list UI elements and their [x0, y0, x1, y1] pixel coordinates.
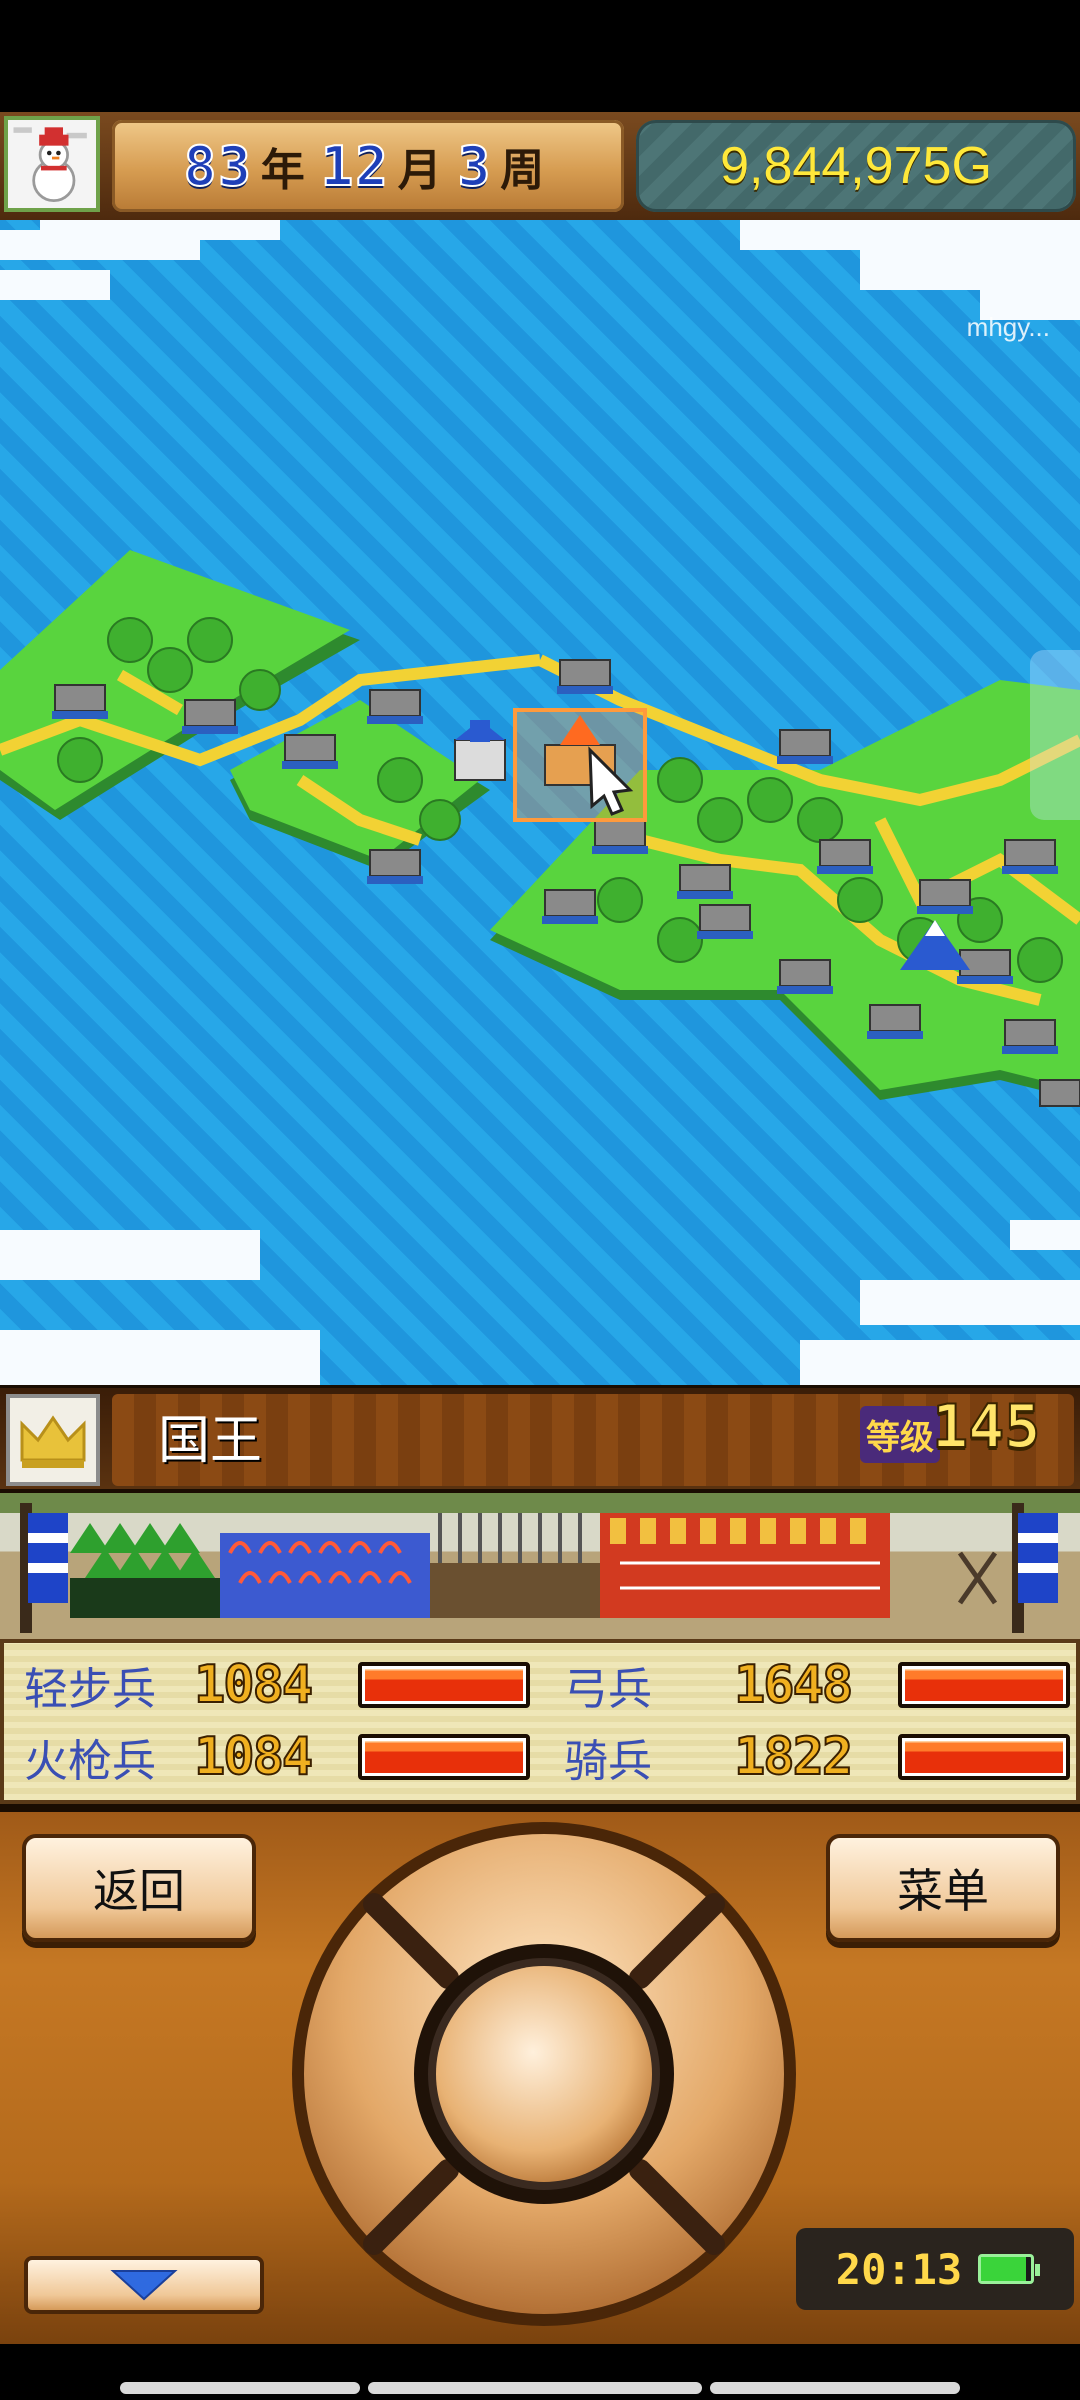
- map-side-handle[interactable]: [1030, 650, 1080, 820]
- troop-row-light-infantry: 轻步兵 1084: [24, 1653, 530, 1717]
- troop-row-cavalry: 骑兵 1822: [564, 1725, 1070, 1789]
- troop-name: 弓兵: [564, 1664, 652, 1715]
- battery-icon: [978, 2254, 1041, 2284]
- blue-castle: [454, 720, 506, 781]
- level-value: 145: [931, 1391, 1041, 1463]
- controller-panel: 返回 菜单 20:13: [0, 1804, 1080, 2344]
- army-parade-strip: [0, 1489, 1080, 1639]
- snowman-avatar-icon[interactable]: [4, 116, 100, 212]
- troop-strength-bar: [358, 1662, 530, 1708]
- week-unit: 周: [500, 145, 545, 196]
- top-status-bar: 83 年 12 月 3 周 9,844,975G: [0, 112, 1080, 220]
- dpad-center-button[interactable]: [444, 1974, 644, 2174]
- troop-strength-bar: [898, 1734, 1070, 1780]
- level-label: 等级: [860, 1406, 940, 1463]
- dpad-down[interactable]: [504, 2250, 584, 2310]
- troop-strength-bar: [898, 1662, 1070, 1708]
- troop-count: 1822: [733, 1726, 854, 1788]
- month-unit: 月: [397, 145, 442, 196]
- troop-count: 1084: [193, 1654, 314, 1716]
- nav-segment-left[interactable]: [120, 2382, 360, 2394]
- selected-castle: [513, 708, 647, 822]
- game-screen: 83 年 12 月 3 周 9,844,975G mhgy... 国王 等级 1…: [0, 0, 1080, 2400]
- date-display: 83 年 12 月 3 周: [112, 120, 624, 212]
- troops-panel: 轻步兵 1084 弓兵 1648 火枪兵 1084 骑兵 1822: [0, 1639, 1080, 1804]
- month-value: 12: [320, 134, 390, 199]
- clock-panel: 20:13: [796, 2228, 1074, 2310]
- island-center: [230, 700, 490, 870]
- menu-button[interactable]: 菜单: [826, 1834, 1060, 1942]
- clock-time: 20:13: [835, 2244, 963, 2294]
- nav-segment-center[interactable]: [368, 2382, 702, 2394]
- year-unit: 年: [260, 145, 305, 196]
- week-value: 3: [457, 134, 493, 199]
- direction-pad[interactable]: [288, 1818, 800, 2330]
- clouds-top: [0, 220, 1080, 320]
- gold-display: 9,844,975G: [636, 120, 1076, 212]
- gold-amount: 9,844,975G: [720, 137, 992, 195]
- dpad-right[interactable]: [720, 2034, 780, 2114]
- world-map[interactable]: mhgy...: [0, 220, 1080, 1385]
- year-value: 83: [183, 134, 253, 199]
- troop-strength-bar: [358, 1734, 530, 1780]
- troop-count: 1648: [733, 1654, 854, 1716]
- army-soldiers-illustration: [0, 1493, 1080, 1633]
- triangle-down-icon: [110, 2270, 178, 2301]
- rank-name: 国王: [158, 1411, 263, 1471]
- battery-fill: [981, 2257, 1027, 2281]
- troop-count: 1084: [193, 1726, 314, 1788]
- dpad-left[interactable]: [308, 2034, 368, 2114]
- nav-segment-right[interactable]: [710, 2382, 960, 2394]
- troop-name: 火枪兵: [24, 1736, 156, 1787]
- watermark-text: mhgy...: [966, 312, 1050, 342]
- crown-icon: [6, 1394, 100, 1486]
- troop-row-musketeer: 火枪兵 1084: [24, 1725, 530, 1789]
- troop-name: 骑兵: [564, 1736, 652, 1787]
- dpad-up[interactable]: [504, 1838, 584, 1898]
- clouds-bottom: [0, 1220, 1080, 1385]
- scroll-down-button[interactable]: [24, 2256, 264, 2314]
- troop-name: 轻步兵: [24, 1664, 156, 1715]
- troop-row-archer: 弓兵 1648: [564, 1653, 1070, 1717]
- system-nav-bar[interactable]: [120, 2382, 960, 2394]
- back-button[interactable]: 返回: [22, 1834, 256, 1942]
- map-terrain: [0, 220, 1080, 1385]
- rank-bar: 国王 等级 145: [0, 1385, 1080, 1489]
